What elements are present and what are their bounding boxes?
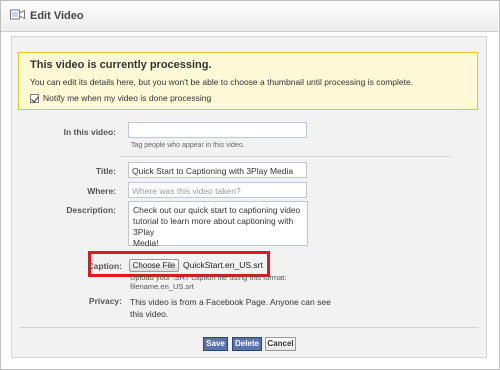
notify-option[interactable]: Notify me when my video is done processi…: [30, 93, 211, 103]
description-label: Description:: [66, 205, 116, 215]
dialog-title: Edit Video: [30, 10, 84, 22]
dialog-header: Edit Video: [1, 1, 498, 32]
notice-text: You can edit its details here, but you w…: [30, 77, 414, 87]
caption-hint-line: filename.en_US.srt: [130, 282, 194, 291]
footer-divider: [20, 327, 478, 328]
cancel-button[interactable]: Cancel: [265, 337, 296, 351]
in-this-video-label: In this video:: [63, 127, 116, 137]
notice-title: This video is currently processing.: [30, 59, 212, 71]
selected-file-name: QuickStart.en_US.srt: [183, 260, 263, 270]
where-input[interactable]: Where was this video taken?: [128, 182, 307, 198]
title-input[interactable]: Quick Start to Captioning with 3Play Med…: [128, 162, 307, 178]
save-button[interactable]: Save: [203, 337, 228, 351]
delete-button[interactable]: Delete: [232, 337, 262, 351]
video-camera-icon: [10, 9, 25, 20]
description-line: Media!: [133, 238, 159, 248]
caption-format-hint: Upload your .SRT caption file using this…: [130, 273, 286, 291]
caption-hint-line: Upload your .SRT caption file using this…: [130, 273, 287, 282]
description-textarea[interactable]: Check out our quick start to captioning …: [128, 201, 308, 248]
description-line: Check out our quick start to captioning …: [133, 205, 301, 215]
caption-label: Caption:: [87, 261, 122, 271]
notify-checkbox-label: Notify me when my video is done processi…: [43, 93, 212, 103]
privacy-label: Privacy:: [88, 296, 122, 306]
in-this-video-input[interactable]: [128, 122, 307, 138]
processing-notice: This video is currently processing. You …: [18, 52, 478, 110]
section-divider: [120, 156, 450, 157]
privacy-text: This video is from a Facebook Page. Anyo…: [130, 297, 331, 319]
title-label: Title:: [95, 166, 116, 176]
notify-checkbox[interactable]: [30, 93, 39, 103]
description-line: tutorial to learn more about captioning …: [133, 216, 294, 237]
choose-file-button[interactable]: Choose File: [129, 259, 179, 272]
where-label: Where:: [87, 186, 116, 196]
in-this-video-hint: Tag people who appear in this video.: [131, 142, 245, 149]
